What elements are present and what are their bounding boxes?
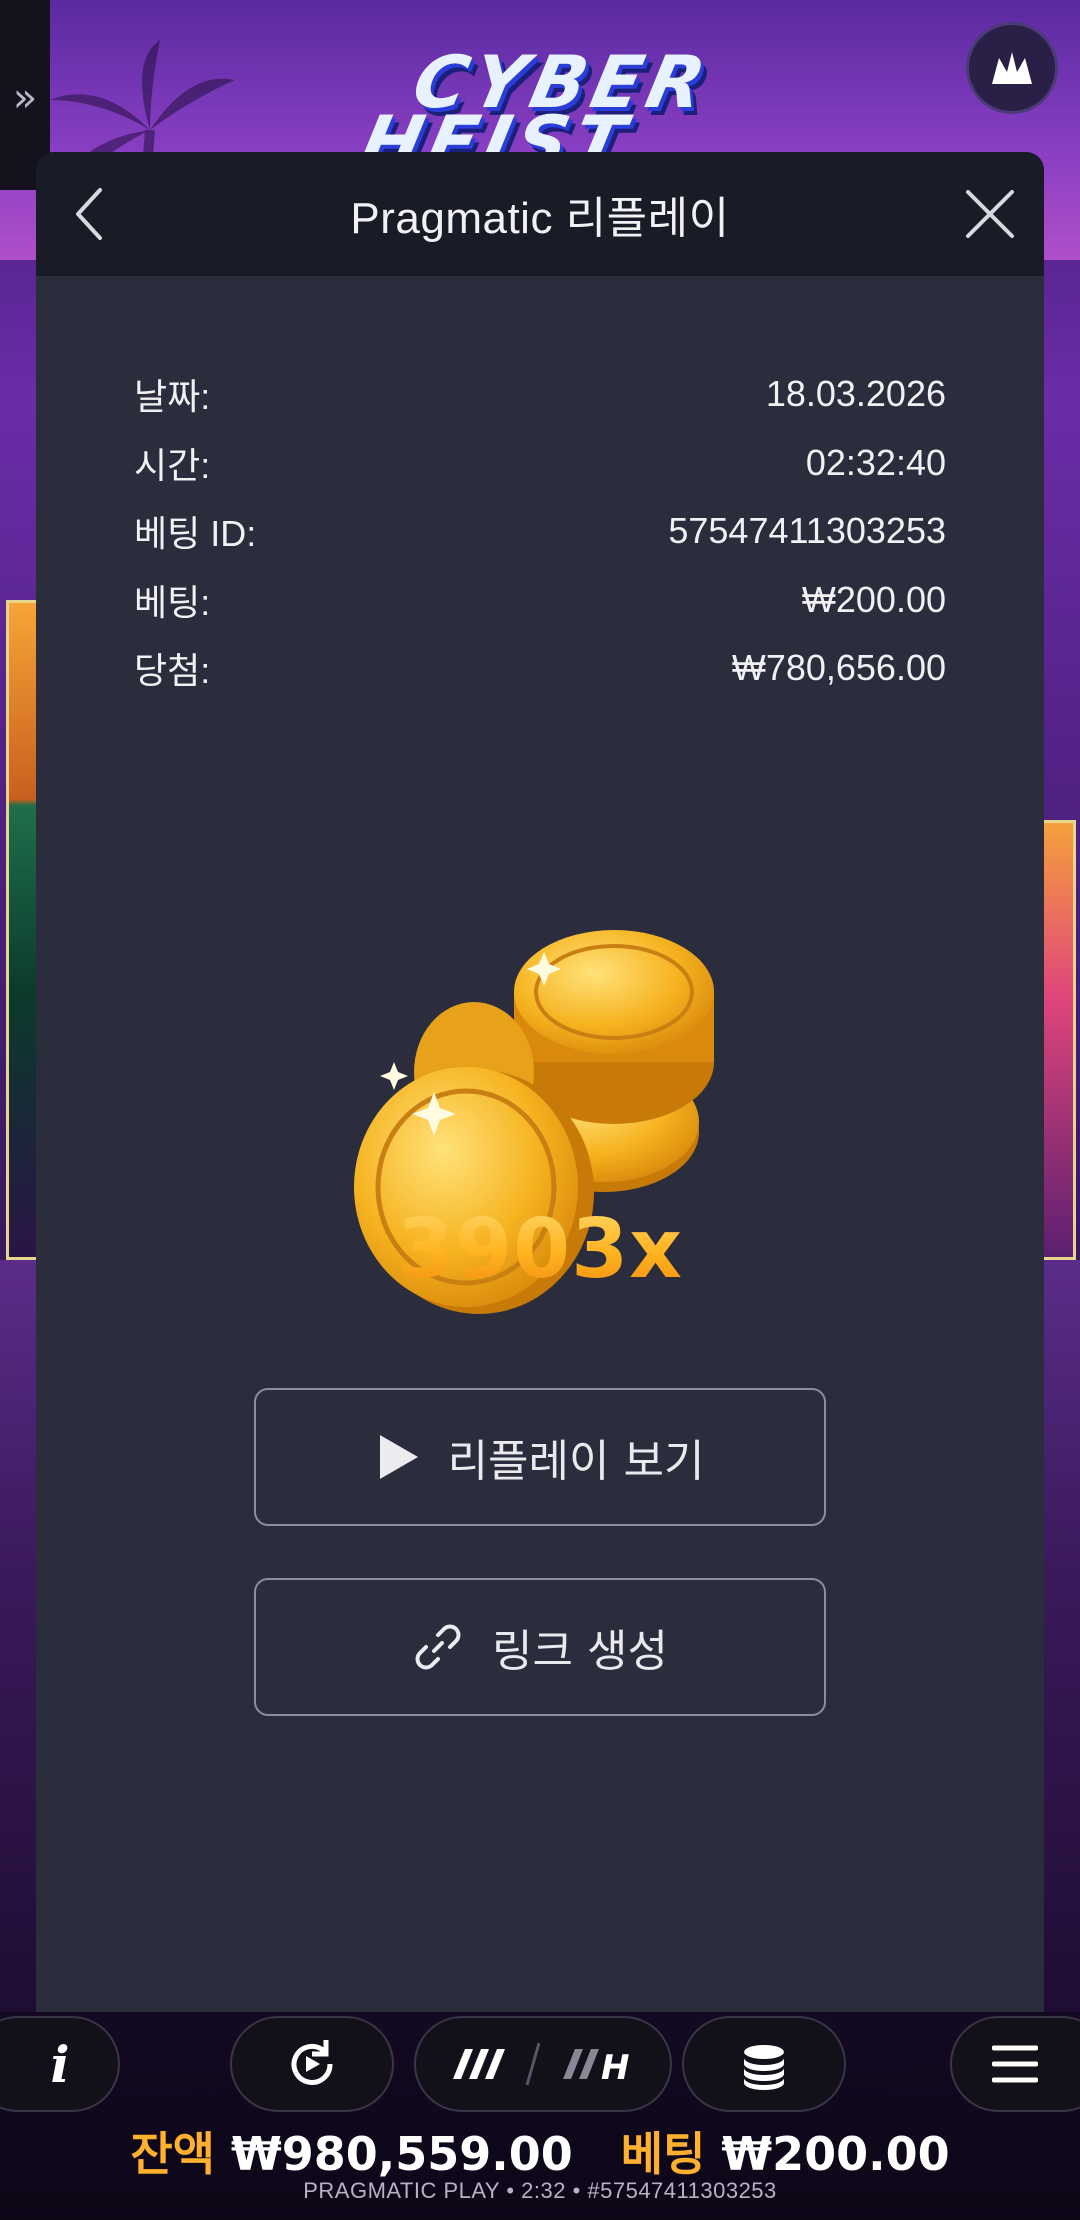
bet-info-table: 날짜: 18.03.2026 시간: 02:32:40 베팅 ID: 57547… bbox=[134, 360, 946, 703]
info-value: 18.03.2026 bbox=[765, 373, 946, 415]
game-logo: CYBER HEIST bbox=[346, 40, 734, 184]
modal-header: Pragmatic 리플레이 bbox=[36, 152, 1044, 276]
watch-replay-label: 리플레이 보기 bbox=[447, 1436, 705, 1487]
turbo-icon: H bbox=[453, 2042, 629, 2088]
close-button[interactable] bbox=[956, 180, 1024, 248]
info-row-bet-id: 베팅 ID: 57547411303253 bbox=[134, 497, 946, 566]
back-chevron-icon bbox=[76, 188, 102, 240]
play-icon bbox=[379, 1435, 418, 1479]
autoplay-icon bbox=[291, 2040, 333, 2085]
watch-replay-button[interactable]: 리플레이 보기 bbox=[254, 1388, 826, 1526]
reel-edge-right bbox=[1040, 820, 1076, 1260]
replay-modal: Pragmatic 리플레이 날짜: 18.03.2026 시간: 02:32:… bbox=[36, 152, 1044, 2012]
balance-and-bet: 잔액 ₩980,559.00 베팅 ₩200.00 bbox=[0, 2118, 1080, 2184]
info-row-date: 날짜: 18.03.2026 bbox=[134, 360, 946, 429]
balance-label: 잔액 bbox=[130, 2127, 215, 2181]
bet-settings-button[interactable] bbox=[682, 2016, 846, 2112]
pragmatic-menu-button[interactable] bbox=[966, 22, 1058, 114]
win-multiplier: 3903x bbox=[36, 1202, 1044, 1297]
info-button[interactable]: i bbox=[0, 2016, 120, 2112]
footer-info: PRAGMATIC PLAY • 2:32 • #57547411303253 bbox=[303, 2178, 777, 2203]
info-row-bet: 베팅: ₩200.00 bbox=[134, 566, 946, 635]
info-row-time: 시간: 02:32:40 bbox=[134, 429, 946, 498]
info-label: 시간: bbox=[134, 444, 211, 486]
coin-stack-icon bbox=[744, 2045, 784, 2090]
info-value: 02:32:40 bbox=[805, 441, 946, 483]
back-button[interactable] bbox=[58, 182, 122, 246]
info-value: ₩780,656.00 bbox=[731, 647, 946, 689]
create-link-label: 링크 생성 bbox=[492, 1626, 668, 1677]
link-icon bbox=[415, 1624, 461, 1670]
info-row-win: 당첨: ₩780,656.00 bbox=[134, 634, 946, 703]
svg-text:H: H bbox=[601, 2048, 629, 2088]
info-value: ₩200.00 bbox=[801, 578, 946, 620]
bet-value: ₩200.00 bbox=[721, 2127, 950, 2181]
chevron-double-right-icon: » bbox=[12, 75, 38, 121]
info-label: 날짜: bbox=[134, 376, 211, 418]
autoplay-button[interactable] bbox=[230, 2016, 394, 2112]
turbo-spin-button[interactable]: H bbox=[414, 2016, 672, 2112]
balance-value: ₩980,559.00 bbox=[230, 2127, 573, 2181]
info-label: 베팅: bbox=[134, 581, 211, 623]
menu-icon bbox=[992, 2045, 1038, 2083]
create-link-button[interactable]: 링크 생성 bbox=[254, 1578, 826, 1716]
info-label: 당첨: bbox=[134, 650, 211, 692]
info-icon: i bbox=[50, 2034, 70, 2094]
bet-label: 베팅 bbox=[620, 2127, 706, 2181]
modal-title: Pragmatic 리플레이 bbox=[350, 194, 730, 243]
info-label: 베팅 ID: bbox=[134, 513, 257, 555]
menu-button[interactable] bbox=[950, 2016, 1080, 2112]
close-icon bbox=[966, 190, 1014, 238]
pragmatic-crown-icon bbox=[992, 52, 1032, 84]
info-value: 57547411303253 bbox=[668, 510, 946, 552]
